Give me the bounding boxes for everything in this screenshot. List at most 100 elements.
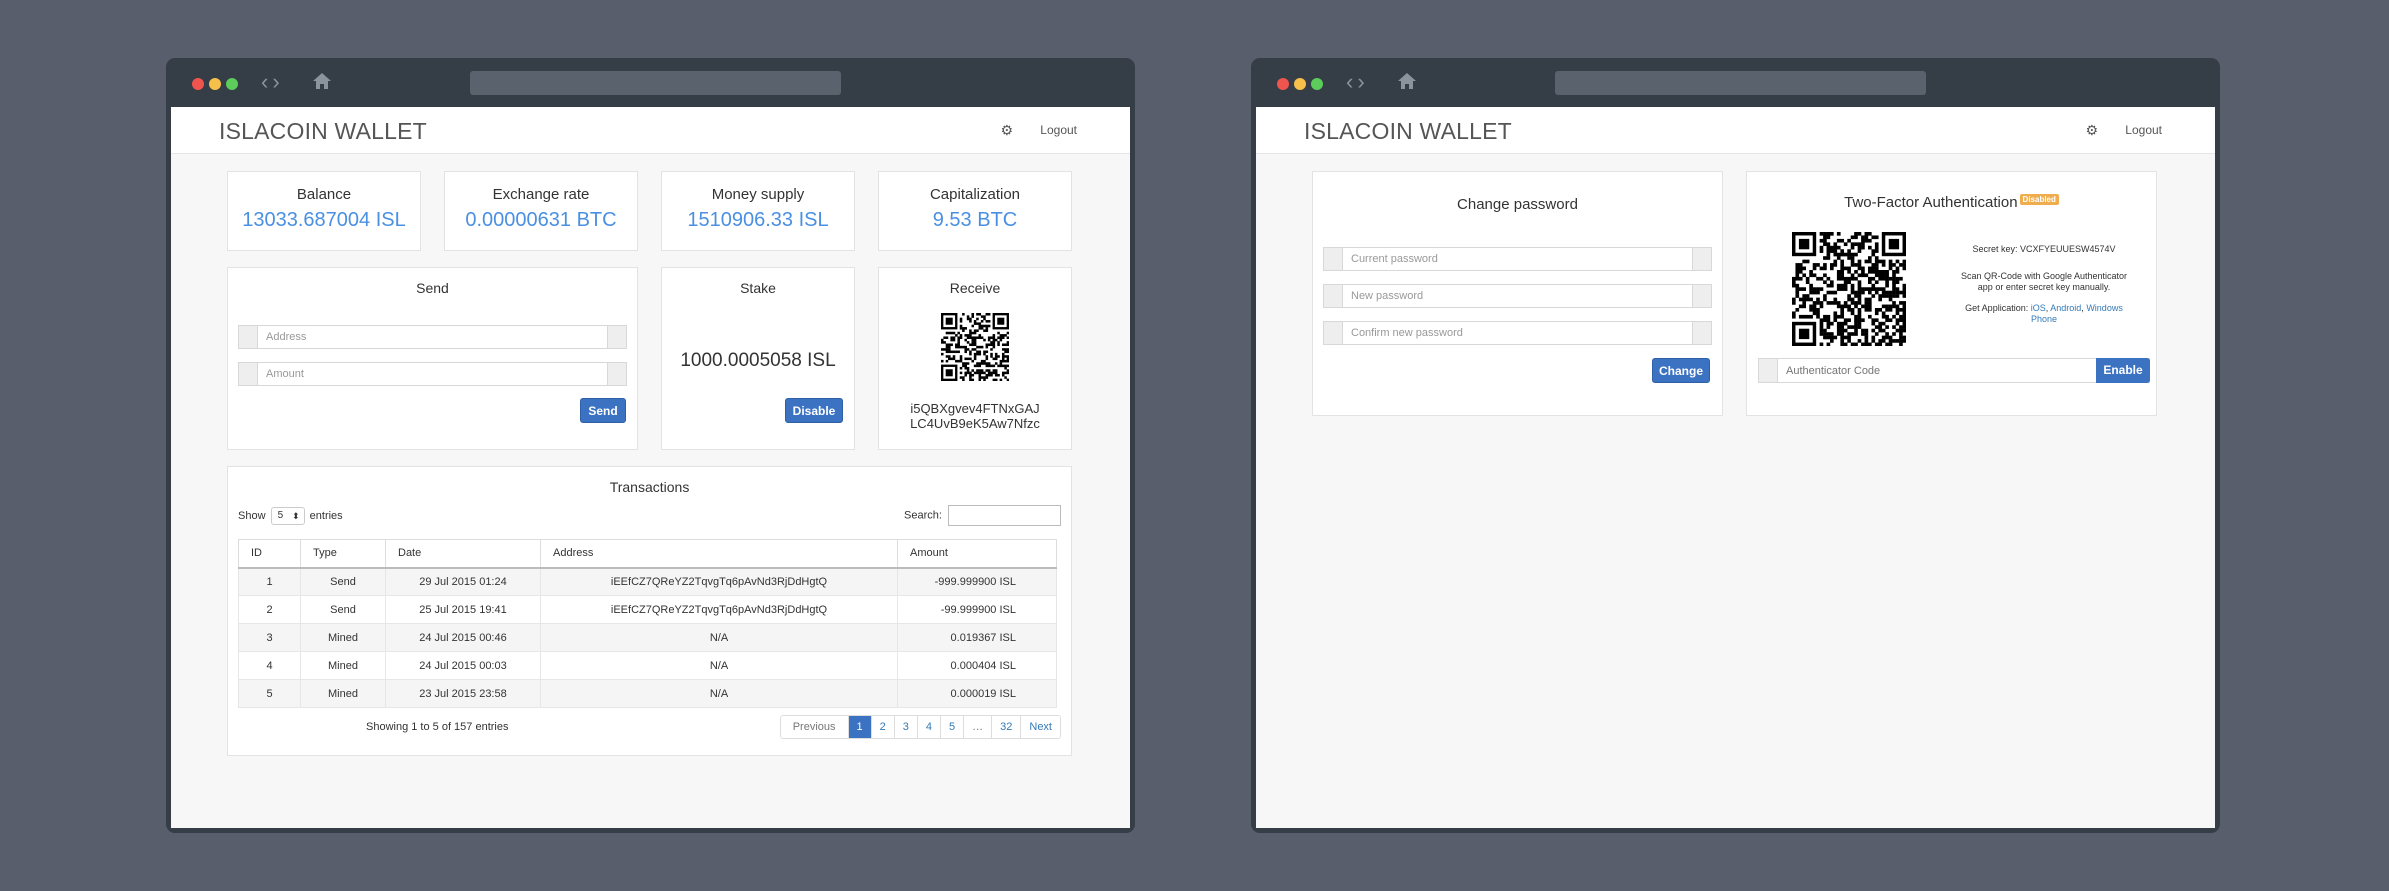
qr-module (1792, 314, 1796, 319)
forward-icon[interactable]: › (272, 69, 283, 94)
maximize-window-button[interactable] (226, 78, 238, 90)
qr-module (1878, 321, 1883, 326)
search-input[interactable] (948, 505, 1061, 526)
app-link-ios[interactable]: iOS (2031, 303, 2046, 313)
pagination-page-32[interactable]: 32 (991, 716, 1021, 738)
amount-input[interactable] (258, 363, 607, 385)
close-window-button[interactable] (192, 78, 204, 90)
address-bar[interactable] (470, 71, 841, 95)
pagination-page-5[interactable]: 5 (940, 716, 964, 738)
stat-value: 1510906.33 ISL (687, 209, 829, 231)
send-button[interactable]: Send (580, 398, 626, 423)
authenticator-code-input[interactable] (1778, 359, 2096, 382)
maximize-window-button[interactable] (1311, 78, 1323, 90)
qr-module (1881, 311, 1886, 316)
qr-module (1823, 318, 1827, 323)
close-window-button[interactable] (1277, 78, 1289, 90)
qr-module (966, 348, 970, 351)
qr-module (987, 324, 991, 328)
pagination-page-3[interactable]: 3 (893, 716, 917, 738)
app-link-android[interactable]: Android (2050, 303, 2081, 313)
browser-window-settings: ‹› ISLACOIN WALLET ⚙ Logout Change passw… (1251, 58, 2220, 833)
qr-module (945, 355, 949, 358)
back-icon[interactable]: ‹ (261, 69, 272, 94)
qr-module (952, 336, 956, 339)
new-password-input[interactable] (1343, 285, 1692, 307)
column-header-date[interactable]: Date (385, 539, 541, 569)
qr-module (941, 348, 944, 351)
transactions-panel: Transactions Show 5 entries Search: ID T… (227, 466, 1072, 756)
pagination-page-2[interactable]: 2 (870, 716, 894, 738)
qr-module (985, 362, 989, 365)
qr-module (966, 366, 970, 370)
cell-address: iEEfCZ7QReYZ2TqvgTq6pAvNd3RjDdHgtQ (540, 567, 898, 596)
qr-module (990, 371, 993, 375)
qr-module (1812, 273, 1817, 278)
pagination-next[interactable]: Next (1020, 716, 1060, 738)
qr-module (1868, 259, 1872, 264)
qr-module (1888, 276, 1893, 281)
forward-icon[interactable]: › (1357, 69, 1368, 94)
address-bar[interactable] (1555, 71, 1926, 95)
disable-stake-button[interactable]: Disable (785, 398, 843, 423)
qr-module (1878, 297, 1883, 302)
qr-module (971, 369, 975, 372)
brand-title[interactable]: ISLACOIN WALLET (1304, 118, 1512, 145)
qr-module (1902, 301, 1906, 305)
qr-module (973, 329, 977, 332)
pagination-page-1[interactable]: 1 (847, 716, 871, 738)
qr-module (1868, 270, 1872, 274)
column-header-id[interactable]: ID (238, 539, 301, 569)
qr-module (948, 343, 951, 347)
browser-window-wallet: ‹› ISLACOIN WALLET ⚙ Logout Balance 1303… (166, 58, 1135, 833)
qr-module (969, 357, 972, 361)
qr-module (1871, 339, 1876, 343)
qr-module (997, 364, 1000, 368)
back-icon[interactable]: ‹ (1346, 69, 1357, 94)
qr-module (1006, 341, 1009, 344)
qr-module (1823, 263, 1827, 267)
qr-module (1812, 263, 1817, 267)
qr-module (994, 371, 998, 375)
qr-module (1902, 335, 1906, 340)
pagination-page-4[interactable]: 4 (916, 716, 940, 738)
change-password-button[interactable]: Change (1652, 358, 1710, 383)
qr-module (1006, 359, 1009, 363)
current-password-input[interactable] (1343, 248, 1692, 270)
qr-module (1840, 321, 1845, 326)
qr-module (1861, 290, 1865, 295)
new-password-group (1323, 284, 1712, 308)
brand-title[interactable]: ISLACOIN WALLET (219, 118, 427, 145)
qr-module (1881, 270, 1886, 274)
logout-link[interactable]: Logout (2125, 123, 2162, 137)
qr-module (1878, 339, 1883, 343)
qr-module (941, 359, 944, 363)
address-input[interactable] (258, 326, 607, 348)
minimize-window-button[interactable] (1294, 78, 1306, 90)
qr-module (1850, 273, 1855, 278)
transactions-table: ID Type Date Address Amount 1 Send 29 Ju… (238, 539, 1057, 708)
qr-module (1885, 325, 1889, 329)
minimize-window-button[interactable] (209, 78, 221, 90)
column-header-amount[interactable]: Amount (897, 539, 1057, 569)
page-size-select[interactable]: 5 (270, 507, 305, 525)
qr-module (955, 359, 958, 363)
qr-module (1902, 304, 1906, 309)
qr-module (1840, 335, 1845, 340)
confirm-password-input[interactable] (1343, 322, 1692, 344)
home-icon[interactable] (1397, 72, 1417, 90)
column-header-address[interactable]: Address (540, 539, 898, 569)
gear-icon[interactable]: ⚙ (1000, 122, 1013, 139)
qr-module (985, 343, 989, 347)
enable-two-factor-button[interactable]: Enable (2096, 358, 2150, 383)
home-icon[interactable] (312, 72, 332, 90)
gear-icon[interactable]: ⚙ (2085, 122, 2098, 139)
qr-module (1833, 297, 1838, 302)
logout-link[interactable]: Logout (1040, 123, 1077, 137)
column-header-type[interactable]: Type (300, 539, 386, 569)
qr-module (980, 320, 984, 323)
qr-module (1826, 301, 1831, 305)
pagination-previous[interactable]: Previous (780, 716, 848, 738)
qr-module (1823, 297, 1827, 302)
qr-module (978, 322, 982, 325)
